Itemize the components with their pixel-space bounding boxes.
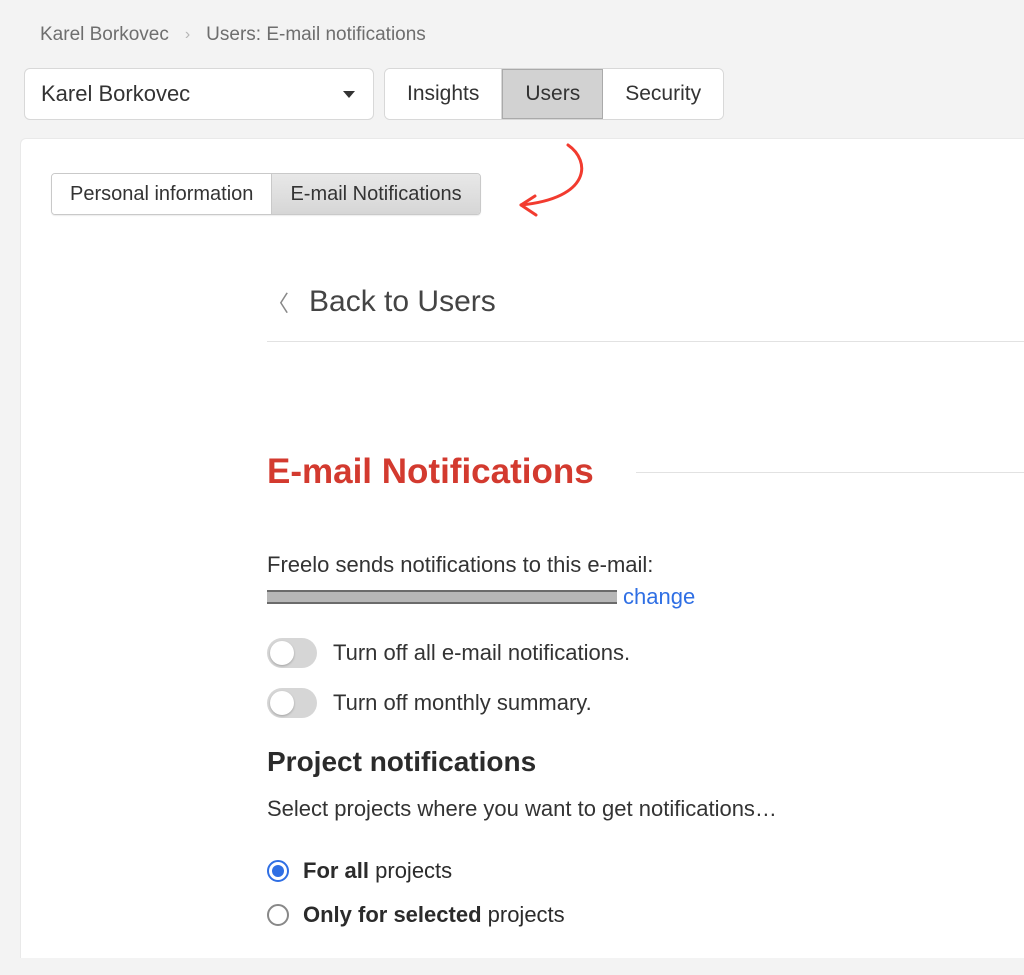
redacted-email xyxy=(267,590,617,604)
breadcrumb: Karel Borkovec › Users: E-mail notificat… xyxy=(20,24,1024,46)
toggle-monthly-summary-off[interactable] xyxy=(267,688,317,718)
subtab-personal-information[interactable]: Personal information xyxy=(52,174,272,214)
main-card: Personal information E-mail Notification… xyxy=(20,138,1024,958)
sub-tab-group: Personal information E-mail Notification… xyxy=(51,173,481,215)
tab-security[interactable]: Security xyxy=(603,69,723,119)
toggle-knob xyxy=(270,691,294,715)
toggle-all-email-label: Turn off all e-mail notifications. xyxy=(333,640,630,666)
change-email-link[interactable]: change xyxy=(623,584,695,610)
radio-option-all-projects[interactable]: For all projects xyxy=(267,858,1024,884)
toggle-all-email-off[interactable] xyxy=(267,638,317,668)
radio-option-selected-projects[interactable]: Only for selected projects xyxy=(267,902,1024,928)
user-select-dropdown[interactable]: Karel Borkovec xyxy=(24,68,374,120)
email-lead-text: Freelo sends notifications to this e-mai… xyxy=(267,552,1024,578)
breadcrumb-item-current: Users: E-mail notifications xyxy=(206,24,426,46)
toggle-monthly-summary-label: Turn off monthly summary. xyxy=(333,690,592,716)
tab-users[interactable]: Users xyxy=(502,69,603,119)
toggle-knob xyxy=(270,641,294,665)
chevron-right-icon: › xyxy=(185,26,190,44)
radio-selected-projects-label: Only for selected projects xyxy=(303,902,565,928)
project-notifications-lead: Select projects where you want to get no… xyxy=(267,796,1024,822)
subtab-email-notifications[interactable]: E-mail Notifications xyxy=(272,174,479,214)
chevron-left-icon: 〈 xyxy=(267,286,289,318)
radio-all-projects[interactable] xyxy=(267,860,289,882)
caret-down-icon xyxy=(343,91,355,98)
top-tab-group: Insights Users Security xyxy=(384,68,724,120)
back-to-users-link[interactable]: 〈 Back to Users xyxy=(267,285,1024,342)
radio-all-projects-label: For all projects xyxy=(303,858,452,884)
breadcrumb-item-user[interactable]: Karel Borkovec xyxy=(40,24,169,46)
heading-rule xyxy=(636,472,1024,473)
back-link-label: Back to Users xyxy=(309,285,496,319)
user-select-value: Karel Borkovec xyxy=(41,81,190,107)
project-notifications-heading: Project notifications xyxy=(267,746,1024,778)
tab-insights[interactable]: Insights xyxy=(385,69,502,119)
radio-selected-projects[interactable] xyxy=(267,904,289,926)
page-title: E-mail Notifications xyxy=(267,452,594,492)
